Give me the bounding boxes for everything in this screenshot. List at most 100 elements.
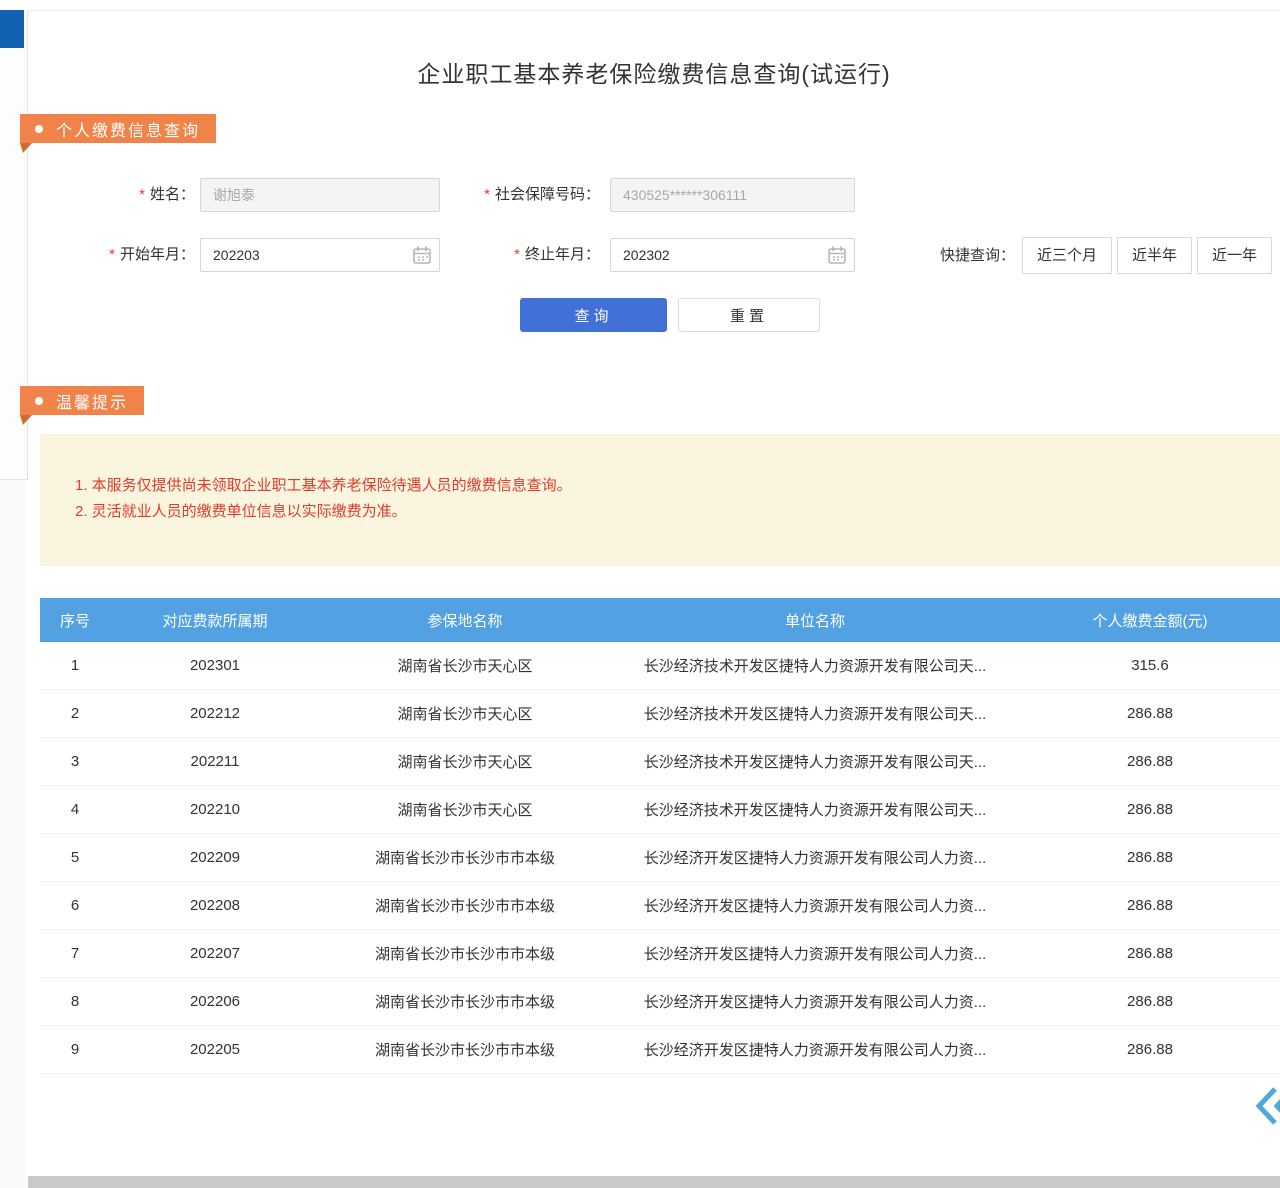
- calendar-icon[interactable]: [827, 245, 847, 265]
- cell-insured-place: 湖南省长沙市长沙市市本级: [320, 895, 610, 916]
- cell-period: 202208: [110, 897, 320, 914]
- bullet-dot-icon: [35, 397, 43, 405]
- table-body: 1 202301 湖南省长沙市天心区 长沙经济技术开发区捷特人力资源开发有限公司…: [40, 642, 1280, 1074]
- quick-query-group: 近三个月 近半年 近一年: [1022, 237, 1272, 274]
- cell-period: 202212: [110, 705, 320, 722]
- cell-employer: 长沙经济开发区捷特人力资源开发有限公司人力资...: [610, 943, 1020, 964]
- quick-option-last-half-year[interactable]: 近半年: [1117, 237, 1192, 274]
- cell-insured-place: 湖南省长沙市长沙市市本级: [320, 991, 610, 1012]
- cell-index: 9: [40, 1041, 110, 1058]
- table-row: 5 202209 湖南省长沙市长沙市市本级 长沙经济开发区捷特人力资源开发有限公…: [40, 834, 1280, 882]
- cell-index: 1: [40, 657, 110, 674]
- sidebar-collapsed-tab[interactable]: [0, 10, 24, 48]
- table-row: 2 202212 湖南省长沙市天心区 长沙经济技术开发区捷特人力资源开发有限公司…: [40, 690, 1280, 738]
- col-header-period: 对应费款所属期: [110, 610, 320, 631]
- cell-employer: 长沙经济开发区捷特人力资源开发有限公司人力资...: [610, 847, 1020, 868]
- required-asterisk: *: [109, 246, 115, 263]
- cell-period: 202207: [110, 945, 320, 962]
- bullet-dot-icon: [35, 125, 43, 133]
- bottom-scroll-bar[interactable]: [28, 1176, 1280, 1188]
- start-month-label: *开始年月：: [60, 238, 195, 272]
- section-tag-label: 温馨提示: [56, 389, 128, 413]
- cell-insured-place: 湖南省长沙市天心区: [320, 751, 610, 772]
- double-chevron-left-icon[interactable]: [1254, 1084, 1280, 1128]
- cell-period: 202210: [110, 801, 320, 818]
- end-month-input[interactable]: [610, 238, 855, 272]
- quick-query-label: 快捷查询：: [925, 238, 1015, 274]
- cell-amount: 286.88: [1020, 753, 1280, 770]
- social-security-number-input: [610, 178, 855, 212]
- cell-insured-place: 湖南省长沙市天心区: [320, 655, 610, 676]
- cell-employer: 长沙经济开发区捷特人力资源开发有限公司人力资...: [610, 895, 1020, 916]
- name-input: [200, 178, 440, 212]
- cell-amount: 315.6: [1020, 657, 1280, 674]
- table-row: 4 202210 湖南省长沙市天心区 长沙经济技术开发区捷特人力资源开发有限公司…: [40, 786, 1280, 834]
- ribbon-fold: [20, 143, 32, 154]
- tips-notice-box: 1. 本服务仅提供尚未领取企业职工基本养老保险待遇人员的缴费信息查询。 2. 灵…: [40, 434, 1280, 566]
- section-tag-personal-payment-query: 个人缴费信息查询: [20, 114, 216, 143]
- table-row: 1 202301 湖南省长沙市天心区 长沙经济技术开发区捷特人力资源开发有限公司…: [40, 642, 1280, 690]
- cell-employer: 长沙经济技术开发区捷特人力资源开发有限公司天...: [610, 799, 1020, 820]
- panel-top-border: [28, 10, 1280, 11]
- col-header-insured-place: 参保地名称: [320, 610, 610, 631]
- cell-employer: 长沙经济技术开发区捷特人力资源开发有限公司天...: [610, 703, 1020, 724]
- cell-employer: 长沙经济开发区捷特人力资源开发有限公司人力资...: [610, 991, 1020, 1012]
- ssn-label: *社会保障号码：: [430, 178, 600, 212]
- cell-insured-place: 湖南省长沙市长沙市市本级: [320, 847, 610, 868]
- quick-option-last-year[interactable]: 近一年: [1197, 237, 1272, 274]
- cell-amount: 286.88: [1020, 945, 1280, 962]
- col-header-amount: 个人缴费金额(元): [1020, 610, 1280, 631]
- end-month-label: *终止年月：: [430, 238, 600, 272]
- section-tag-label: 个人缴费信息查询: [56, 117, 200, 141]
- table-row: 7 202207 湖南省长沙市长沙市市本级 长沙经济开发区捷特人力资源开发有限公…: [40, 930, 1280, 978]
- cell-period: 202301: [110, 657, 320, 674]
- cell-amount: 286.88: [1020, 897, 1280, 914]
- required-asterisk: *: [484, 186, 490, 203]
- table-row: 9 202205 湖南省长沙市长沙市市本级 长沙经济开发区捷特人力资源开发有限公…: [40, 1026, 1280, 1074]
- cell-index: 5: [40, 849, 110, 866]
- cell-index: 3: [40, 753, 110, 770]
- start-month-input[interactable]: [200, 238, 440, 272]
- results-table: 序号 对应费款所属期 参保地名称 单位名称 个人缴费金额(元) 1 202301…: [40, 598, 1280, 1074]
- page-title: 企业职工基本养老保险缴费信息查询(试运行): [28, 55, 1280, 89]
- cell-amount: 286.88: [1020, 801, 1280, 818]
- table-header-row: 序号 对应费款所属期 参保地名称 单位名称 个人缴费金额(元): [40, 598, 1280, 642]
- cell-amount: 286.88: [1020, 705, 1280, 722]
- cell-insured-place: 湖南省长沙市长沙市市本级: [320, 1039, 610, 1060]
- table-row: 3 202211 湖南省长沙市天心区 长沙经济技术开发区捷特人力资源开发有限公司…: [40, 738, 1280, 786]
- col-header-index: 序号: [40, 610, 110, 631]
- cell-period: 202206: [110, 993, 320, 1010]
- required-asterisk: *: [514, 246, 520, 263]
- cell-amount: 286.88: [1020, 849, 1280, 866]
- cell-period: 202211: [110, 753, 320, 770]
- cell-amount: 286.88: [1020, 993, 1280, 1010]
- page: 企业职工基本养老保险缴费信息查询(试运行) 个人缴费信息查询 *姓名： *社会保…: [0, 0, 1280, 1188]
- quick-option-last-3-months[interactable]: 近三个月: [1022, 237, 1112, 274]
- cell-employer: 长沙经济技术开发区捷特人力资源开发有限公司天...: [610, 655, 1020, 676]
- cell-index: 6: [40, 897, 110, 914]
- cell-insured-place: 湖南省长沙市长沙市市本级: [320, 943, 610, 964]
- cell-index: 4: [40, 801, 110, 818]
- cell-index: 8: [40, 993, 110, 1010]
- cell-period: 202209: [110, 849, 320, 866]
- cell-amount: 286.88: [1020, 1041, 1280, 1058]
- left-rail-lower: [0, 480, 26, 1188]
- calendar-icon[interactable]: [412, 245, 432, 265]
- table-row: 6 202208 湖南省长沙市长沙市市本级 长沙经济开发区捷特人力资源开发有限公…: [40, 882, 1280, 930]
- tips-line: 1. 本服务仅提供尚未领取企业职工基本养老保险待遇人员的缴费信息查询。: [75, 473, 1280, 499]
- table-row: 8 202206 湖南省长沙市长沙市市本级 长沙经济开发区捷特人力资源开发有限公…: [40, 978, 1280, 1026]
- cell-employer: 长沙经济技术开发区捷特人力资源开发有限公司天...: [610, 751, 1020, 772]
- cell-employer: 长沙经济开发区捷特人力资源开发有限公司人力资...: [610, 1039, 1020, 1060]
- col-header-employer: 单位名称: [610, 610, 1020, 631]
- reset-button[interactable]: 重置: [678, 298, 820, 332]
- cell-index: 2: [40, 705, 110, 722]
- ribbon-fold: [20, 415, 32, 426]
- cell-period: 202205: [110, 1041, 320, 1058]
- tips-line: 2. 灵活就业人员的缴费单位信息以实际缴费为准。: [75, 499, 1280, 525]
- query-button[interactable]: 查询: [520, 298, 667, 332]
- required-asterisk: *: [139, 186, 145, 203]
- cell-index: 7: [40, 945, 110, 962]
- section-tag-tips: 温馨提示: [20, 386, 144, 415]
- cell-insured-place: 湖南省长沙市天心区: [320, 703, 610, 724]
- name-label: *姓名：: [60, 178, 195, 212]
